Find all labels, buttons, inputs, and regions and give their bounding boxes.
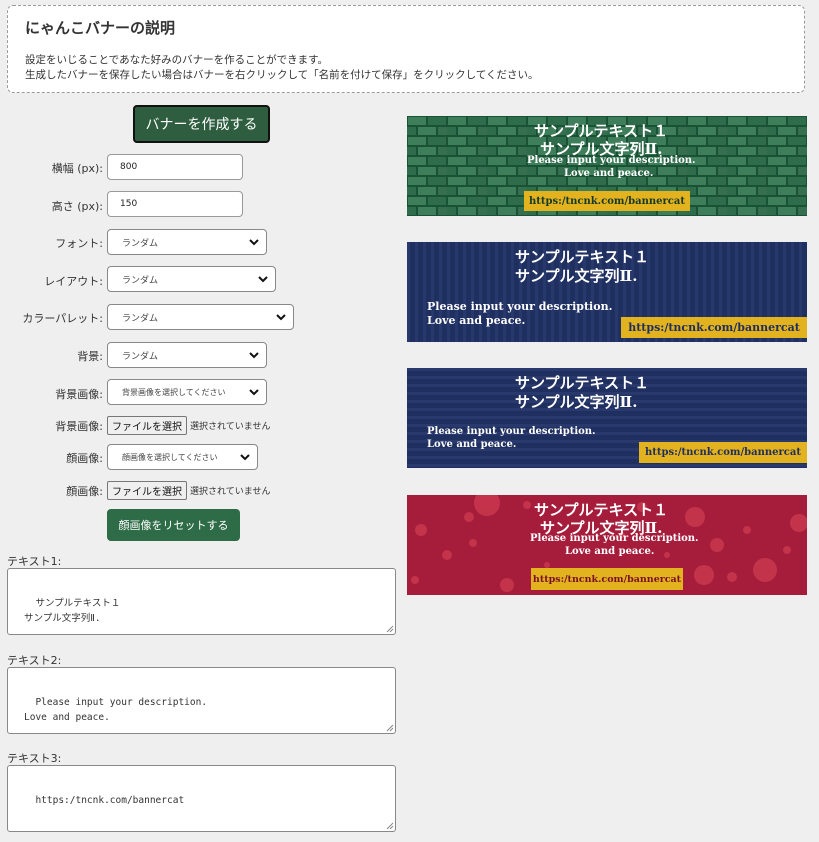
banner4-url: https:/tncnk.com/bannercat [531, 568, 683, 590]
bg-image-select[interactable]: 背景画像を選択してください [107, 379, 267, 405]
chevron-down-icon [249, 389, 259, 396]
text2-label: テキスト2: [7, 654, 62, 667]
face-file-picker: ファイルを選択 選択されていません [107, 481, 270, 500]
text1-textarea[interactable]: サンプルテキスト１ サンプル文字列Ⅱ. [7, 568, 396, 635]
chevron-down-icon [240, 454, 250, 461]
width-label: 横幅 (px): [51, 162, 103, 175]
palette-label: カラーパレット: [22, 312, 103, 325]
banner4-desc-1: Please input your description. [530, 533, 699, 544]
font-label: フォント: [55, 237, 103, 250]
banner-preview-4[interactable]: サンプルテキスト１ サンプル文字列Ⅱ. Please input your de… [407, 495, 807, 595]
layout-select[interactable]: ランダム [107, 266, 276, 292]
banner3-title-1: サンプルテキスト１ [515, 374, 650, 392]
banner1-desc-1: Please input your description. [527, 155, 696, 166]
bg-file-label: 背景画像: [55, 420, 103, 433]
background-label: 背景: [77, 350, 103, 363]
face-image-select[interactable]: 顔画像を選択してください [107, 444, 258, 470]
face-image-label: 顔画像: [66, 452, 103, 465]
text1-label: テキスト1: [7, 555, 62, 568]
banner-preview-1[interactable]: サンプルテキスト１ サンプル文字列Ⅱ. Please input your de… [407, 116, 807, 216]
banner2-title-2: サンプル文字列Ⅱ. [515, 267, 638, 285]
info-panel: にゃんこバナーの説明 設定をいじることであなた好みのバナーを作ることができます。… [7, 5, 805, 93]
info-title: にゃんこバナーの説明 [25, 19, 176, 37]
banner2-desc-2: Love and peace. [427, 314, 526, 327]
face-file-label: 顔画像: [66, 485, 103, 498]
text2-textarea[interactable]: Please input your description. Love and … [7, 667, 396, 734]
chevron-down-icon [249, 239, 259, 246]
palette-select[interactable]: ランダム [107, 304, 294, 330]
bg-file-picker: ファイルを選択 選択されていません [107, 416, 270, 435]
info-line-2: 生成したバナーを保存したい場合はバナーを右クリックして「名前を付けて保存」をクリ… [25, 69, 539, 81]
chevron-down-icon [249, 352, 259, 359]
banner3-desc-1: Please input your description. [427, 426, 596, 437]
banner1-desc-2: Love and peace. [564, 168, 654, 179]
bg-image-label: 背景画像: [55, 388, 103, 401]
resize-grip-icon[interactable] [385, 624, 394, 633]
banner2-title-1: サンプルテキスト１ [515, 248, 650, 266]
text3-value: https:/tncnk.com/bannercat [35, 795, 185, 806]
bg-file-status: 選択されていません [190, 422, 271, 432]
bg-file-button[interactable]: ファイルを選択 [107, 416, 187, 435]
layout-select-value: ランダム [122, 275, 159, 286]
background-select-value: ランダム [122, 351, 159, 362]
background-select[interactable]: ランダム [107, 342, 267, 368]
create-banner-button[interactable]: バナーを作成する [133, 105, 270, 143]
text3-label: テキスト3: [7, 752, 62, 765]
banner3-url: https:/tncnk.com/bannercat [639, 442, 807, 463]
layout-label: レイアウト: [44, 275, 103, 288]
face-image-select-value: 顔画像を選択してください [122, 452, 218, 462]
banner-preview-3[interactable]: サンプルテキスト１ サンプル文字列Ⅱ. Please input your de… [407, 368, 807, 468]
banner3-desc-2: Love and peace. [427, 439, 517, 450]
palette-select-value: ランダム [122, 313, 159, 324]
banner2-url: https:/tncnk.com/bannercat [621, 317, 807, 338]
banner1-title-1: サンプルテキスト１ [534, 122, 669, 140]
width-input[interactable]: 800 [107, 154, 243, 180]
resize-grip-icon[interactable] [385, 821, 394, 830]
face-file-button[interactable]: ファイルを選択 [107, 481, 187, 500]
font-select-value: ランダム [122, 238, 159, 249]
font-select[interactable]: ランダム [107, 229, 267, 255]
height-label: 高さ (px): [51, 200, 103, 213]
chevron-down-icon [258, 276, 268, 283]
text3-textarea[interactable]: https:/tncnk.com/bannercat [7, 765, 396, 832]
face-file-status: 選択されていません [190, 487, 271, 497]
reset-face-button[interactable]: 顔画像をリセットする [107, 509, 240, 541]
chevron-down-icon [276, 314, 286, 321]
bg-image-select-value: 背景画像を選択してください [122, 387, 226, 397]
banner-preview-2[interactable]: サンプルテキスト１ サンプル文字列Ⅱ. Please input your de… [407, 242, 807, 342]
banner3-title-2: サンプル文字列Ⅱ. [515, 393, 638, 411]
resize-grip-icon[interactable] [385, 723, 394, 732]
banner1-url: https:/tncnk.com/bannercat [524, 191, 690, 211]
banner4-title-1: サンプルテキスト１ [534, 501, 669, 519]
banner4-desc-2: Love and peace. [565, 546, 655, 557]
text2-value: Please input your description. Love and … [24, 697, 208, 723]
banner2-desc-1: Please input your description. [427, 300, 613, 313]
text1-value: サンプルテキスト１ サンプル文字列Ⅱ. [24, 598, 121, 624]
height-input[interactable]: 150 [107, 191, 243, 217]
info-line-1: 設定をいじることであなた好みのバナーを作ることができます。 [25, 54, 329, 66]
